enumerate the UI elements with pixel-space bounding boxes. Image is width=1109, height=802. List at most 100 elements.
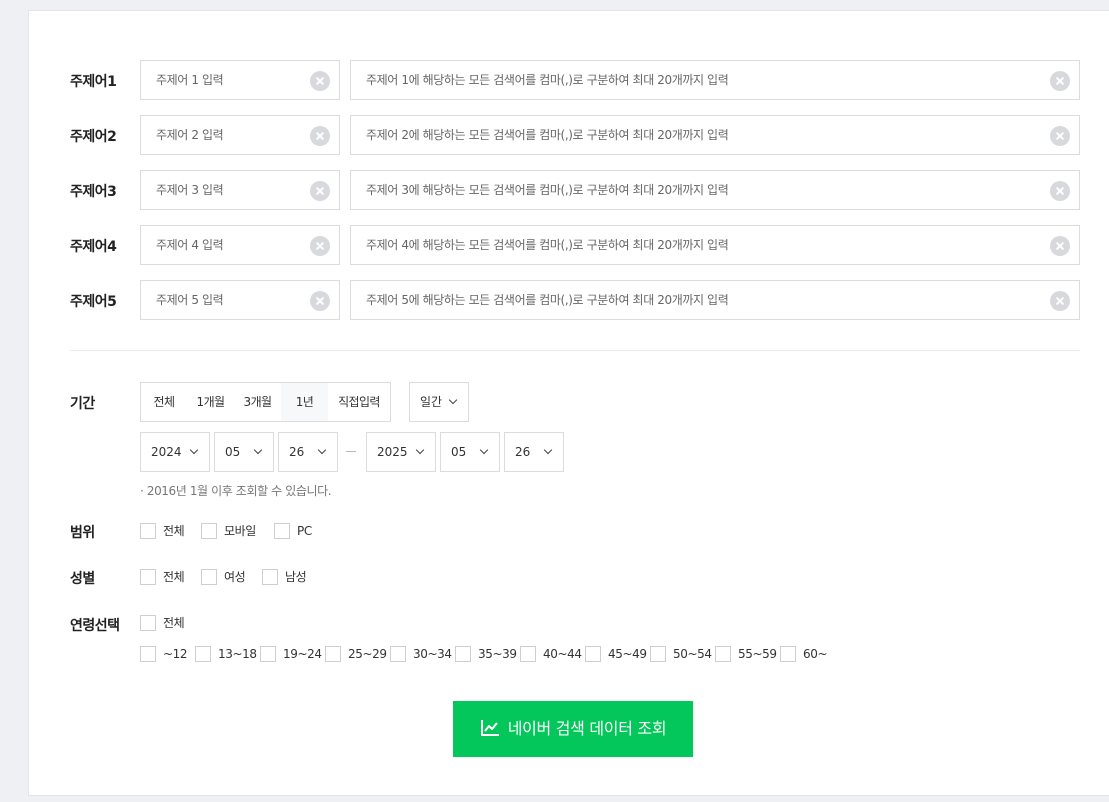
topic-keywords-input[interactable]: 주제어 4에 해당하는 모든 검색어를 컴마(,)로 구분하여 최대 20개까지… <box>350 225 1080 265</box>
start-day-select[interactable]: 26 <box>278 432 338 472</box>
chevron-down-icon <box>543 445 553 455</box>
age-label: 연령선택 <box>70 618 120 634</box>
topic-name-input[interactable]: 주제어 5 입력 <box>140 280 340 320</box>
topic-keywords-input[interactable]: 주제어 5에 해당하는 모든 검색어를 컴마(,)로 구분하여 최대 20개까지… <box>350 280 1080 320</box>
checkbox[interactable] <box>585 646 601 662</box>
start-year-select[interactable]: 2024 <box>140 432 210 472</box>
clear-icon[interactable] <box>1050 71 1070 91</box>
topic-keywords-input[interactable]: 주제어 1에 해당하는 모든 검색어를 컴마(,)로 구분하여 최대 20개까지… <box>350 60 1080 100</box>
period-option-1month[interactable]: 1개월 <box>187 382 235 422</box>
topic-row-1: 주제어1 주제어 1 입력 주제어 1에 해당하는 모든 검색어를 컴마(,)로… <box>29 60 1109 100</box>
checkbox[interactable] <box>520 646 536 662</box>
clear-icon[interactable] <box>1050 126 1070 146</box>
option-label: 50~54 <box>673 647 712 661</box>
topic-row-5: 주제어5 주제어 5 입력 주제어 5에 해당하는 모든 검색어를 컴마(,)로… <box>29 280 1109 320</box>
clear-icon[interactable] <box>310 291 330 311</box>
end-year-select[interactable]: 2025 <box>366 432 436 472</box>
topic-name-input[interactable]: 주제어 3 입력 <box>140 170 340 210</box>
clear-icon[interactable] <box>1050 291 1070 311</box>
topic-name-placeholder: 주제어 3 입력 <box>156 183 224 197</box>
line-chart-icon <box>480 719 499 736</box>
gender-label: 성별 <box>70 571 95 587</box>
topic-keywords-placeholder: 주제어 3에 해당하는 모든 검색어를 컴마(,)로 구분하여 최대 20개까지… <box>366 183 729 197</box>
chevron-down-icon <box>448 395 458 405</box>
topic-row-3: 주제어3 주제어 3 입력 주제어 3에 해당하는 모든 검색어를 컴마(,)로… <box>29 170 1109 210</box>
checkbox[interactable] <box>260 646 276 662</box>
end-day-value: 26 <box>515 445 531 459</box>
clear-icon[interactable] <box>310 236 330 256</box>
topic-name-input[interactable]: 주제어 1 입력 <box>140 60 340 100</box>
checkbox[interactable] <box>140 615 156 631</box>
start-day-value: 26 <box>289 445 305 459</box>
option-label: 13~18 <box>218 647 257 661</box>
time-unit-select[interactable]: 일간 <box>409 382 469 422</box>
clear-icon[interactable] <box>1050 181 1070 201</box>
clear-icon[interactable] <box>310 181 330 201</box>
option-label: 모바일 <box>224 524 256 538</box>
scope-label: 범위 <box>70 525 95 541</box>
checkbox[interactable] <box>650 646 666 662</box>
clear-icon[interactable] <box>310 126 330 146</box>
checkbox[interactable] <box>780 646 796 662</box>
checkbox[interactable] <box>262 569 278 585</box>
end-month-select[interactable]: 05 <box>440 432 500 472</box>
period-option-custom[interactable]: 직접입력 <box>328 382 391 422</box>
period-label: 기간 <box>70 396 95 412</box>
checkbox[interactable] <box>140 569 156 585</box>
search-form-panel: 주제어1 주제어 1 입력 주제어 1에 해당하는 모든 검색어를 컴마(,)로… <box>28 10 1109 796</box>
start-year-value: 2024 <box>151 445 182 459</box>
option-label: PC <box>297 524 312 538</box>
topic-keywords-input[interactable]: 주제어 3에 해당하는 모든 검색어를 컴마(,)로 구분하여 최대 20개까지… <box>350 170 1080 210</box>
topic-label: 주제어2 <box>70 129 117 145</box>
period-note: · 2016년 1월 이후 조회할 수 있습니다. <box>140 484 332 498</box>
clear-icon[interactable] <box>1050 236 1070 256</box>
search-data-button[interactable]: 네이버 검색 데이터 조회 <box>453 701 693 757</box>
clear-icon[interactable] <box>310 71 330 91</box>
period-option-1year[interactable]: 1년 <box>281 382 329 422</box>
end-year-value: 2025 <box>377 445 408 459</box>
topic-name-placeholder: 주제어 5 입력 <box>156 293 224 307</box>
start-month-value: 05 <box>225 445 241 459</box>
checkbox[interactable] <box>715 646 731 662</box>
checkbox[interactable] <box>390 646 406 662</box>
option-label: 35~39 <box>478 647 517 661</box>
checkbox[interactable] <box>140 523 156 539</box>
option-label: 남성 <box>285 570 307 584</box>
option-label: 25~29 <box>348 647 387 661</box>
option-label: 30~34 <box>413 647 452 661</box>
chevron-down-icon <box>317 445 327 455</box>
period-option-all[interactable]: 전체 <box>140 382 188 422</box>
option-label: 전체 <box>163 616 185 630</box>
checkbox[interactable] <box>325 646 341 662</box>
topic-label: 주제어3 <box>70 184 117 200</box>
section-divider <box>70 350 1080 351</box>
checkbox[interactable] <box>201 569 217 585</box>
topic-label: 주제어5 <box>70 294 117 310</box>
topic-label: 주제어4 <box>70 239 117 255</box>
search-data-button-label: 네이버 검색 데이터 조회 <box>507 719 667 738</box>
topic-keywords-input[interactable]: 주제어 2에 해당하는 모든 검색어를 컴마(,)로 구분하여 최대 20개까지… <box>350 115 1080 155</box>
checkbox[interactable] <box>455 646 471 662</box>
start-month-select[interactable]: 05 <box>214 432 274 472</box>
topic-keywords-placeholder: 주제어 4에 해당하는 모든 검색어를 컴마(,)로 구분하여 최대 20개까지… <box>366 238 729 252</box>
option-label: 55~59 <box>738 647 777 661</box>
option-label: 40~44 <box>543 647 582 661</box>
option-label: 전체 <box>163 524 185 538</box>
topic-name-input[interactable]: 주제어 4 입력 <box>140 225 340 265</box>
end-month-value: 05 <box>451 445 467 459</box>
period-option-3month[interactable]: 3개월 <box>234 382 282 422</box>
topic-name-placeholder: 주제어 4 입력 <box>156 238 224 252</box>
option-label: 전체 <box>163 570 185 584</box>
option-label: 여성 <box>224 570 246 584</box>
checkbox[interactable] <box>274 523 290 539</box>
topic-keywords-placeholder: 주제어 5에 해당하는 모든 검색어를 컴마(,)로 구분하여 최대 20개까지… <box>366 293 729 307</box>
chevron-down-icon <box>479 445 489 455</box>
topic-label: 주제어1 <box>70 74 117 90</box>
topic-name-input[interactable]: 주제어 2 입력 <box>140 115 340 155</box>
topic-row-2: 주제어2 주제어 2 입력 주제어 2에 해당하는 모든 검색어를 컴마(,)로… <box>29 115 1109 155</box>
checkbox[interactable] <box>140 646 156 662</box>
end-day-select[interactable]: 26 <box>504 432 564 472</box>
option-label: 60~ <box>803 647 828 661</box>
checkbox[interactable] <box>195 646 211 662</box>
checkbox[interactable] <box>201 523 217 539</box>
